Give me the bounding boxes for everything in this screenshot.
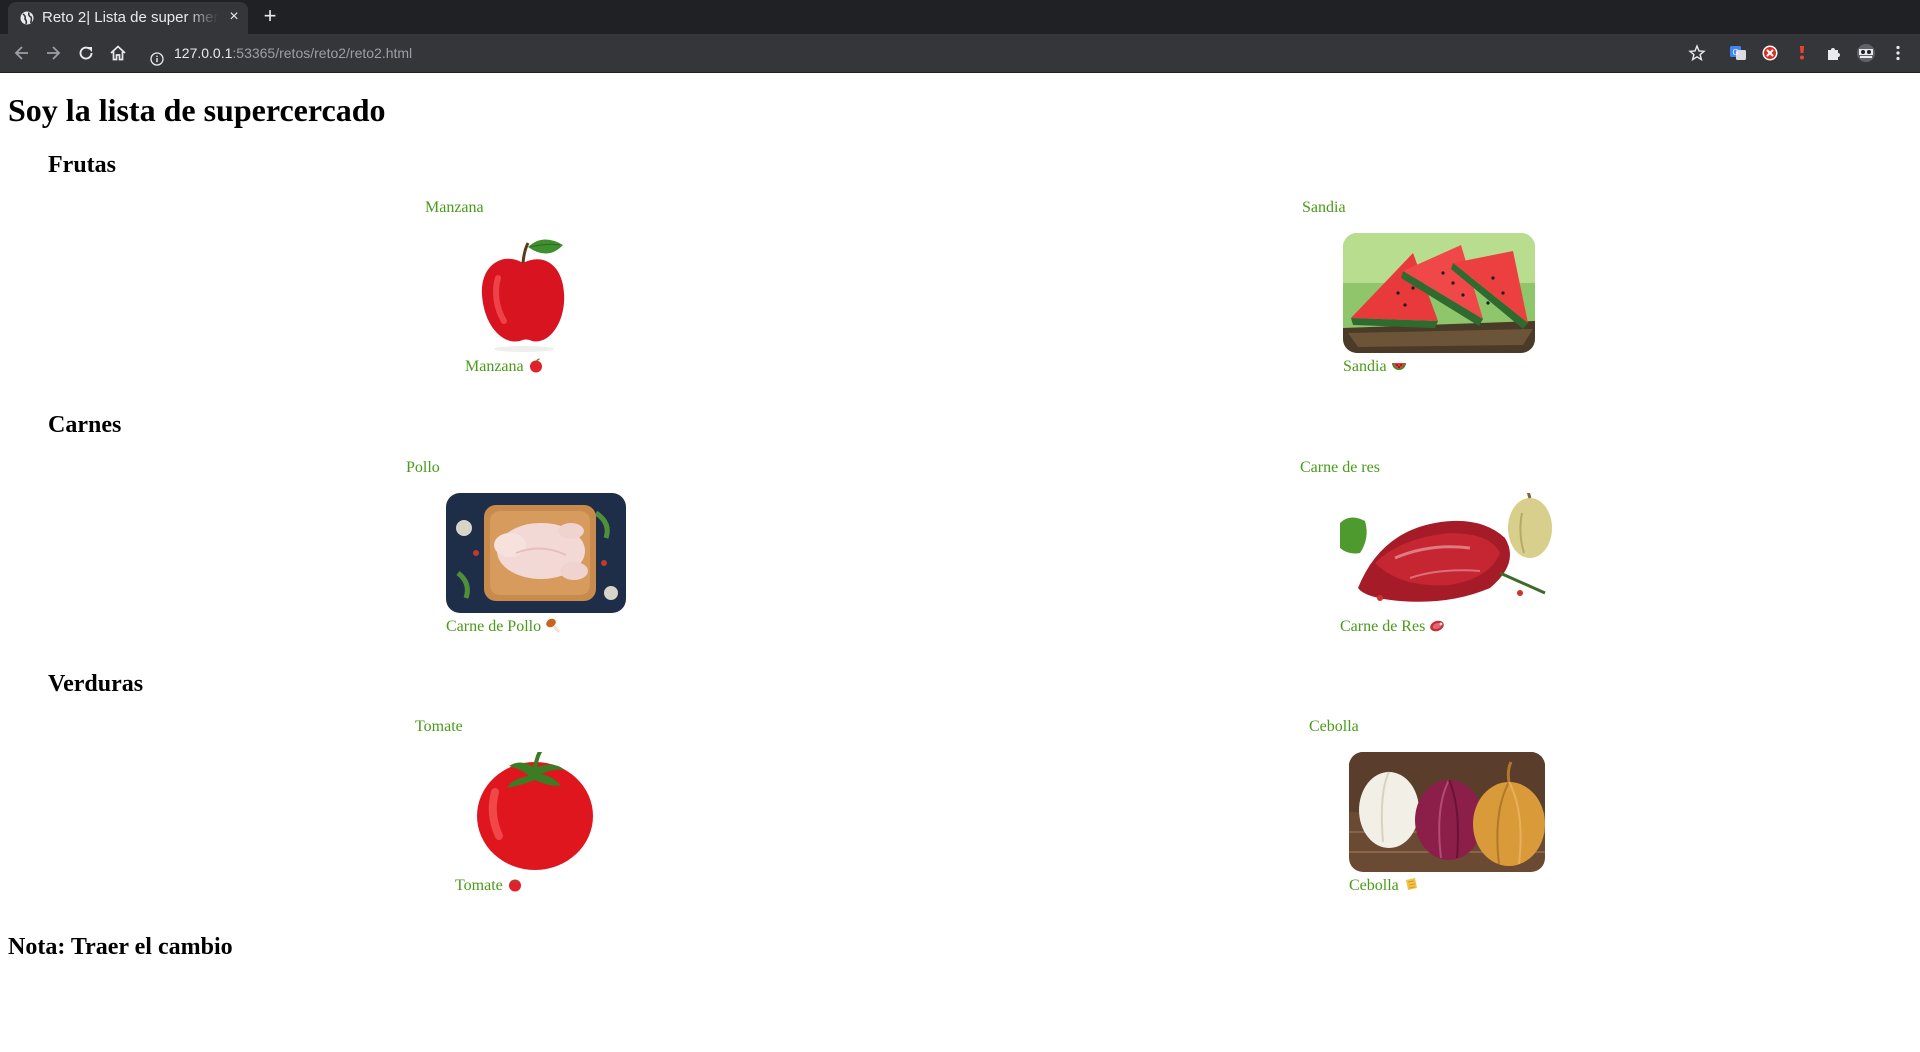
tomato-icon [507, 876, 523, 892]
category-title-verduras: Verduras [48, 671, 144, 697]
item-label-tomate: Tomate [415, 718, 463, 735]
item-label-pollo: Pollo [406, 459, 440, 476]
tab-title: Reto 2| Lista de super mercado [42, 9, 218, 26]
onion-icon [1403, 876, 1419, 892]
caption-text: Manzana [465, 358, 524, 375]
poultry-leg-icon [545, 617, 561, 633]
watermelon-icon [1391, 357, 1407, 373]
caption-text: Carne de Res [1340, 618, 1426, 635]
category-title-carnes: Carnes [48, 412, 122, 438]
globe-icon [20, 11, 34, 25]
caption-text: Tomate [455, 877, 503, 894]
item-caption-cebolla: Cebolla [1349, 876, 1419, 896]
bookmark-star-icon[interactable] [1687, 43, 1707, 63]
cebolla-image [1349, 752, 1545, 872]
item-caption-manzana: Manzana [465, 357, 544, 377]
puzzle-extensions-icon[interactable] [1824, 43, 1844, 63]
browser-tab[interactable]: Reto 2| Lista de super mercado × [8, 2, 248, 34]
item-label-manzana: Manzana [425, 199, 484, 216]
caption-text: Sandia [1343, 358, 1387, 375]
profile-avatar-icon[interactable] [1856, 43, 1876, 63]
red-apple-icon [528, 357, 544, 373]
sandia-image [1343, 233, 1535, 353]
url-text: 127.0.0.1:53365/retos/reto2/reto2.html [174, 38, 412, 68]
page-content: Soy la lista de supercercado Frutas Manz… [0, 72, 1920, 1052]
translate-extension-icon[interactable]: G [1728, 43, 1748, 63]
item-caption-sandia: Sandia [1343, 357, 1407, 377]
browser-toolbar: 127.0.0.1:53365/retos/reto2/reto2.html G [0, 34, 1920, 73]
pollo-image [446, 493, 626, 613]
item-caption-carne-de-res: Carne de Res [1340, 617, 1445, 637]
blocker-extension-icon[interactable] [1760, 43, 1780, 63]
category-title-frutas: Frutas [48, 152, 116, 178]
caption-text: Carne de Pollo [446, 618, 542, 635]
tomate-image [455, 752, 597, 872]
new-tab-button[interactable]: + [260, 5, 280, 27]
pin-extension-icon[interactable] [1792, 43, 1812, 63]
item-label-cebolla: Cebolla [1309, 718, 1359, 735]
forward-arrow-icon[interactable] [43, 43, 63, 63]
url-path: :53365/retos/reto2/reto2.html [232, 45, 413, 61]
page-title: Soy la lista de supercercado [8, 92, 386, 128]
carne-de-res-image [1340, 493, 1554, 613]
item-label-carne-de-res: Carne de res [1300, 459, 1380, 476]
note-text: Nota: Traer el cambio [8, 934, 233, 960]
svg-text:G: G [1733, 48, 1739, 57]
item-caption-pollo: Carne de Pollo [446, 617, 561, 637]
item-label-sandia: Sandia [1302, 199, 1346, 216]
reload-icon[interactable] [76, 43, 96, 63]
url-host: 127.0.0.1 [174, 45, 233, 61]
browser-menu-icon[interactable] [1888, 43, 1908, 63]
manzana-image [468, 233, 578, 353]
caption-text: Cebolla [1349, 877, 1399, 894]
back-arrow-icon[interactable] [12, 43, 32, 63]
address-bar[interactable]: 127.0.0.1:53365/retos/reto2/reto2.html [140, 38, 1700, 68]
home-icon[interactable] [108, 43, 128, 63]
browser-tab-strip: Reto 2| Lista de super mercado × + [0, 0, 1920, 34]
tab-close-button[interactable]: × [226, 9, 242, 25]
site-info-icon[interactable] [150, 46, 164, 66]
item-caption-tomate: Tomate [455, 876, 523, 896]
cut-of-meat-icon [1429, 617, 1445, 633]
